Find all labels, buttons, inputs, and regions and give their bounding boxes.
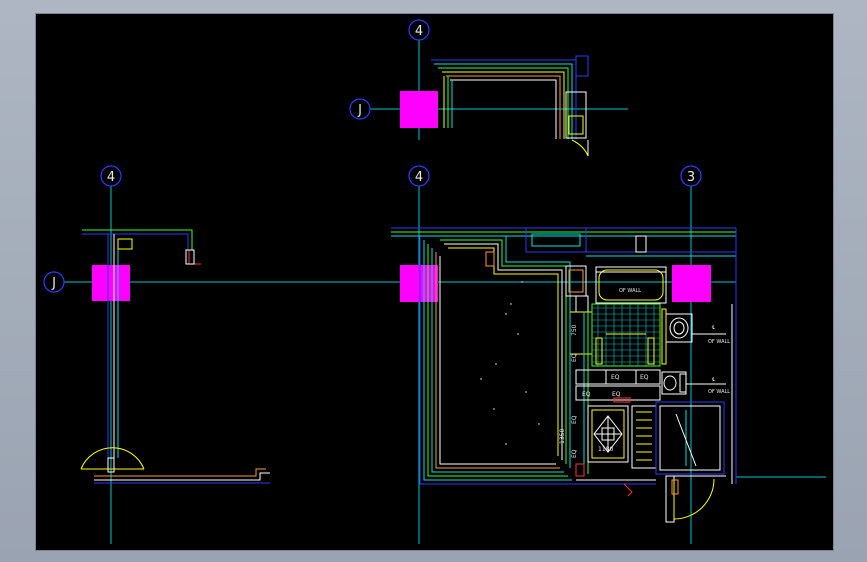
svg-text:℄: ℄: [712, 377, 716, 383]
left-partial-plan: [80, 229, 270, 484]
grid-bubble-j-top: J: [349, 98, 371, 120]
svg-text:EQ: EQ: [571, 449, 578, 458]
floor-plan-drawing: 4 J 4 J 4 3 750 EQ OF WALL ℄ OF WALL ℄ O…: [43, 19, 826, 544]
top-partial-plan: [400, 55, 589, 157]
cad-viewport[interactable]: 4 J 4 J 4 3 750 EQ OF WALL ℄ OF WALL ℄ O…: [35, 13, 834, 551]
svg-text:℄: ℄: [712, 325, 716, 331]
svg-text:1350: 1350: [559, 429, 566, 444]
svg-text:4: 4: [415, 170, 423, 185]
svg-text:EQ: EQ: [640, 374, 649, 381]
grid-bubble-j-left: J: [43, 271, 65, 293]
grid-bubble-4-left: 4: [100, 165, 122, 187]
svg-text:OF WALL: OF WALL: [708, 339, 730, 345]
svg-text:OF WALL: OF WALL: [619, 288, 641, 294]
svg-text:4: 4: [107, 170, 115, 185]
svg-text:EQ: EQ: [571, 353, 578, 362]
svg-text:EQ: EQ: [612, 391, 621, 398]
svg-text:EQ: EQ: [571, 415, 578, 424]
svg-text:750: 750: [571, 324, 578, 336]
grid-bubble-4-mid: 4: [408, 165, 430, 187]
svg-text:4: 4: [415, 24, 423, 39]
structural-column: [672, 265, 711, 302]
svg-text:EQ: EQ: [582, 391, 591, 398]
svg-text:3: 3: [687, 170, 695, 185]
structural-column: [400, 91, 438, 128]
grid-bubble-3-right: 3: [680, 165, 702, 187]
svg-text:1180: 1180: [598, 446, 613, 453]
grid-bubble-4-top: 4: [408, 19, 430, 41]
svg-text:J: J: [51, 276, 56, 291]
main-unit-plan: 750 EQ OF WALL ℄ OF WALL ℄ OF WALL EQ EQ…: [391, 227, 737, 523]
structural-column: [92, 265, 130, 301]
svg-text:J: J: [357, 103, 362, 118]
svg-text:OF WALL: OF WALL: [708, 389, 730, 395]
svg-text:EQ: EQ: [611, 374, 620, 381]
